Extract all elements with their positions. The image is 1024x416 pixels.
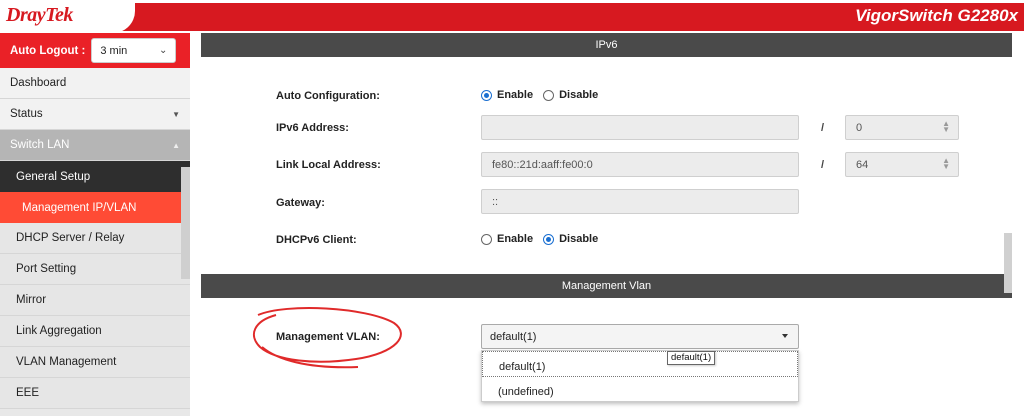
auto-config-disable-option[interactable]: Disable: [543, 89, 598, 101]
option-tooltip: default(1): [667, 351, 716, 365]
sidebar-item-dashboard[interactable]: Dashboard: [0, 68, 190, 99]
app-header: DrayTek VigorSwitch G2280x: [0, 0, 1024, 33]
ipv6-address-label: IPv6 Address:: [276, 122, 349, 134]
dhcpv6-label: DHCPv6 Client:: [276, 234, 357, 246]
dhcpv6-radio-group: Enable Disable: [481, 233, 608, 245]
ipv6-address-field[interactable]: [481, 115, 799, 140]
sidebar-item-mirror[interactable]: Mirror: [0, 285, 190, 316]
sidebar-item-label: DHCP Server / Relay: [16, 232, 125, 244]
sidebar-item-management-ip-vlan[interactable]: Management IP/VLAN: [0, 192, 190, 223]
logo-text-sub: Tek: [45, 4, 73, 26]
management-vlan-section-header: Management Vlan: [201, 274, 1012, 298]
sidebar-item-label: Mirror: [16, 294, 47, 306]
sidebar-item-port-setting[interactable]: Port Setting: [0, 254, 190, 285]
dhcpv6-enable-option[interactable]: Enable: [481, 233, 533, 245]
sidebar-item-eee[interactable]: EEE: [0, 378, 190, 409]
ipv6-section-header: IPv6: [201, 33, 1012, 57]
link-local-field[interactable]: fe80::21d:aaff:fe00:0: [481, 152, 799, 177]
sidebar-item-label: Status: [10, 108, 43, 120]
auto-config-label: Auto Configuration:: [276, 90, 380, 102]
radio-unselected[interactable]: [543, 89, 555, 101]
radio-unselected[interactable]: [481, 233, 492, 245]
sidebar-item-general-setup[interactable]: General Setup: [0, 161, 190, 192]
sidebar-item-label: Port Setting: [16, 263, 77, 275]
management-vlan-dropdown: default(1) (undefined): [481, 350, 799, 402]
spinner-icon[interactable]: ▲ ▼: [942, 120, 950, 134]
caret-down-icon: ▼: [172, 109, 180, 119]
link-local-prefix-stepper[interactable]: 64 ▲ ▼: [845, 152, 959, 177]
management-vlan-select[interactable]: default(1): [481, 324, 799, 349]
auto-logout-select[interactable]: 3 min ⌄: [91, 38, 177, 63]
dhcpv6-disable-option[interactable]: Disable: [543, 233, 598, 245]
sidebar: Auto Logout : 3 min ⌄ Dashboard Status ▼ …: [0, 33, 190, 416]
link-local-label: Link Local Address:: [276, 159, 381, 171]
ipv6-prefix-stepper[interactable]: 0 ▲ ▼: [845, 115, 959, 140]
auto-config-enable-option[interactable]: Enable: [481, 89, 533, 101]
radio-label: Disable: [559, 89, 599, 101]
auto-logout-label: Auto Logout :: [10, 44, 86, 57]
draytek-logo[interactable]: DrayTek: [6, 4, 73, 27]
main-scrollbar[interactable]: [1004, 233, 1012, 293]
prefix-slash: /: [821, 159, 825, 171]
sidebar-item-label: Management IP/VLAN: [22, 201, 137, 214]
ipv6-prefix-value: 0: [856, 122, 863, 134]
dropdown-arrow-icon: [782, 334, 788, 338]
sidebar-scrollbar[interactable]: [181, 167, 190, 279]
main-content: IPv6 Auto Configuration: Enable Disable …: [201, 33, 1012, 416]
annotation-circle: [252, 307, 402, 369]
radio-label: Enable: [497, 233, 534, 245]
radio-selected[interactable]: [543, 233, 555, 245]
gateway-label: Gateway:: [276, 197, 325, 209]
radio-selected[interactable]: [481, 89, 492, 101]
sidebar-item-vlan-management[interactable]: VLAN Management: [0, 347, 190, 378]
link-local-prefix-value: 64: [856, 159, 869, 171]
spinner-icon[interactable]: ▲ ▼: [942, 157, 950, 171]
sidebar-item-label: Dashboard: [10, 77, 67, 89]
caret-up-icon: ▲: [172, 140, 180, 150]
auto-logout-value: 3 min: [100, 45, 128, 57]
management-vlan-selected-value: default(1): [490, 331, 537, 343]
sidebar-item-status[interactable]: Status ▼: [0, 99, 190, 130]
logo-text-main: Dray: [6, 4, 46, 26]
radio-label: Disable: [559, 233, 599, 245]
auto-config-radio-group: Enable Disable: [481, 89, 608, 101]
sidebar-item-link-aggregation[interactable]: Link Aggregation: [0, 316, 190, 347]
auto-logout-bar: Auto Logout : 3 min ⌄: [0, 33, 190, 68]
sidebar-item-label: Switch LAN: [10, 139, 70, 151]
chevron-down-icon: ⌄: [158, 45, 168, 56]
gateway-field[interactable]: ::: [481, 189, 799, 214]
prefix-slash: /: [821, 122, 825, 134]
sidebar-item-label: VLAN Management: [16, 356, 117, 368]
sidebar-item-dhcp-server-relay[interactable]: DHCP Server / Relay: [0, 223, 190, 254]
radio-label: Enable: [497, 89, 534, 101]
dropdown-option-default[interactable]: default(1): [482, 351, 798, 377]
sidebar-item-label: General Setup: [16, 170, 91, 183]
sidebar-item-switch-lan[interactable]: Switch LAN ▲: [0, 130, 190, 161]
sidebar-item-label: Link Aggregation: [16, 325, 102, 337]
sidebar-item-label: EEE: [16, 387, 40, 399]
dropdown-option-undefined[interactable]: (undefined): [482, 377, 798, 403]
model-name: VigorSwitch G2280x: [855, 6, 1018, 25]
